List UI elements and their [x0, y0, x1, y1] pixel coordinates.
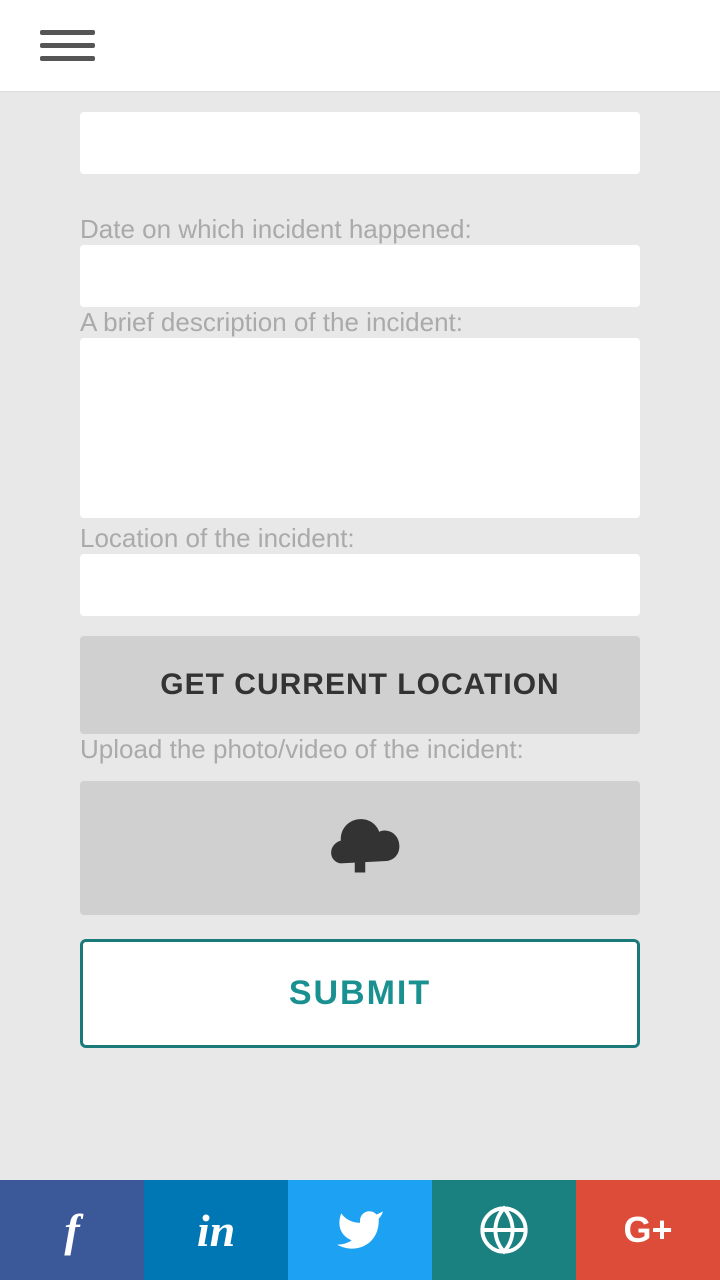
description-textarea[interactable]: [80, 338, 640, 518]
location-input[interactable]: [80, 554, 640, 616]
twitter-icon: [335, 1205, 385, 1255]
header: [0, 0, 720, 92]
top-input-wrapper: [0, 92, 720, 194]
googleplus-button[interactable]: G+: [576, 1180, 720, 1280]
hamburger-menu[interactable]: [40, 30, 95, 61]
googleplus-icon: G+: [623, 1209, 672, 1251]
twitter-button[interactable]: [288, 1180, 432, 1280]
hamburger-line-3: [40, 56, 95, 61]
hamburger-line-2: [40, 43, 95, 48]
cloud-upload-icon: [315, 813, 405, 883]
social-footer: f in G+: [0, 1180, 720, 1280]
description-label: A brief description of the incident:: [80, 307, 463, 337]
location-label: Location of the incident:: [80, 523, 355, 553]
hamburger-line-1: [40, 30, 95, 35]
form-container: Date on which incident happened: A brief…: [0, 194, 720, 1088]
date-input[interactable]: [80, 245, 640, 307]
globe-icon: [478, 1204, 530, 1256]
submit-button[interactable]: SUBMIT: [80, 939, 640, 1048]
get-location-button[interactable]: GET CURRENT LOCATION: [80, 636, 640, 734]
website-button[interactable]: [432, 1180, 576, 1280]
linkedin-button[interactable]: in: [144, 1180, 288, 1280]
upload-label: Upload the photo/video of the incident:: [80, 734, 524, 764]
date-label: Date on which incident happened:: [80, 214, 472, 244]
upload-area[interactable]: [80, 781, 640, 915]
facebook-icon: f: [64, 1204, 79, 1257]
linkedin-icon: in: [197, 1204, 235, 1257]
top-input-field[interactable]: [80, 112, 640, 174]
facebook-button[interactable]: f: [0, 1180, 144, 1280]
